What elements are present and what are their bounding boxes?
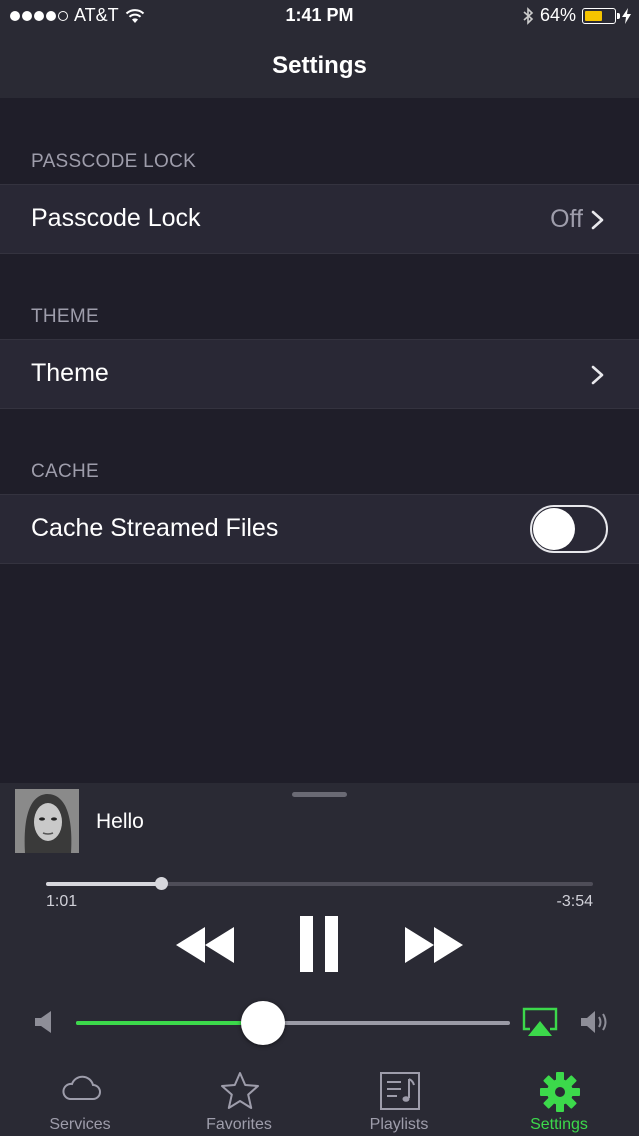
chevron-right-icon bbox=[591, 210, 604, 230]
cache-streamed-files-toggle[interactable] bbox=[530, 505, 608, 553]
theme-label: Theme bbox=[31, 359, 109, 387]
playlist-icon bbox=[380, 1072, 420, 1110]
volume-slider[interactable] bbox=[76, 1001, 510, 1045]
passcode-lock-label: Passcode Lock bbox=[31, 204, 201, 232]
battery-percent: 64% bbox=[539, 5, 576, 25]
tab-bar: Services Favorites Playlists Settings bbox=[0, 1063, 639, 1136]
cache-streamed-files-label: Cache Streamed Files bbox=[31, 514, 279, 542]
volume-thumb[interactable] bbox=[240, 1001, 285, 1045]
tab-settings[interactable]: Settings bbox=[479, 1063, 639, 1136]
status-right: 64% bbox=[522, 5, 631, 26]
page-title: Settings bbox=[272, 52, 367, 79]
status-bar: AT&T 1:41 PM 64% bbox=[0, 0, 639, 34]
battery-fill bbox=[585, 10, 603, 21]
cloud-icon bbox=[62, 1075, 101, 1100]
fast-forward-icon[interactable] bbox=[405, 927, 463, 963]
bluetooth-icon bbox=[523, 6, 534, 25]
album-art-portrait bbox=[15, 789, 79, 853]
tab-services[interactable]: Services bbox=[0, 1063, 160, 1136]
theme-row[interactable]: Theme bbox=[0, 339, 639, 409]
cache-streamed-files-row: Cache Streamed Files bbox=[0, 494, 639, 564]
volume-low-icon bbox=[35, 1011, 51, 1033]
now-playing-panel: Hello 1:01 -3:54 bbox=[0, 783, 639, 1063]
section-header-cache: CACHE bbox=[31, 461, 100, 482]
section-header-passcode: PASSCODE LOCK bbox=[31, 151, 197, 172]
passcode-lock-row[interactable]: Passcode Lock Off bbox=[0, 184, 639, 254]
charging-bolt-icon bbox=[622, 7, 631, 24]
section-header-theme: THEME bbox=[31, 306, 99, 327]
volume-high-icon bbox=[581, 1011, 607, 1033]
tab-playlists-label: Playlists bbox=[369, 1116, 429, 1133]
drag-handle[interactable] bbox=[292, 792, 347, 797]
airplay-icon[interactable] bbox=[522, 1007, 558, 1037]
toggle-knob bbox=[533, 508, 575, 550]
passcode-lock-value: Off bbox=[550, 205, 583, 233]
star-icon bbox=[221, 1072, 259, 1109]
battery-icon bbox=[582, 7, 620, 24]
track-title: Hello bbox=[96, 810, 144, 833]
tab-playlists[interactable]: Playlists bbox=[319, 1063, 479, 1136]
progress-played bbox=[46, 882, 161, 886]
navigation-bar: Settings bbox=[0, 34, 639, 98]
progress-scrubber[interactable] bbox=[154, 877, 168, 890]
tab-settings-label: Settings bbox=[530, 1116, 588, 1133]
gear-icon bbox=[540, 1072, 580, 1112]
tab-favorites[interactable]: Favorites bbox=[159, 1063, 319, 1136]
rewind-icon[interactable] bbox=[176, 927, 234, 963]
album-art[interactable] bbox=[15, 789, 79, 853]
remaining-time: -3:54 bbox=[556, 893, 593, 910]
elapsed-time: 1:01 bbox=[46, 893, 78, 910]
tab-favorites-label: Favorites bbox=[206, 1116, 272, 1133]
chevron-right-icon bbox=[591, 365, 604, 385]
pause-icon[interactable] bbox=[300, 916, 338, 972]
volume-fill bbox=[76, 1021, 263, 1025]
tab-services-label: Services bbox=[49, 1116, 111, 1133]
playback-progress-bar[interactable] bbox=[46, 877, 593, 890]
